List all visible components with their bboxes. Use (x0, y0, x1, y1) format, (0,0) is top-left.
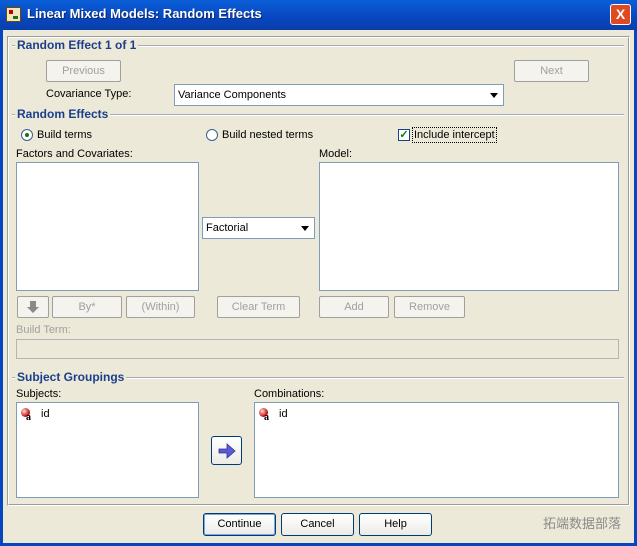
cancel-button[interactable]: Cancel (281, 513, 354, 536)
covariance-type-value: Variance Components (178, 89, 287, 101)
subjects-list[interactable]: a id (16, 402, 199, 498)
help-button[interactable]: Help (359, 513, 432, 536)
random-effects-header: Random Effects (15, 107, 111, 121)
include-intercept-label: Include intercept (412, 127, 497, 143)
build-nested-terms-radio[interactable] (206, 129, 218, 141)
next-button-label: Next (540, 65, 563, 77)
build-terms-radio[interactable] (21, 129, 33, 141)
add-button[interactable]: Add (319, 296, 389, 318)
subject-item-label: id (41, 408, 50, 420)
include-intercept-checkbox[interactable]: ✓ (398, 129, 410, 141)
factorial-value: Factorial (206, 222, 249, 234)
chevron-down-icon (298, 220, 312, 236)
clear-term-button[interactable]: Clear Term (217, 296, 300, 318)
subject-groupings-header: Subject Groupings (15, 370, 127, 384)
help-button-label: Help (384, 518, 407, 530)
subjects-label: Subjects: (16, 388, 62, 400)
watermark: 拓端数据部落 (542, 516, 621, 531)
build-terms-label: Build terms (37, 129, 93, 141)
continue-button[interactable]: Continue (203, 513, 276, 536)
chevron-down-icon (487, 87, 501, 103)
build-nested-terms-label: Build nested terms (222, 129, 314, 141)
add-button-label: Add (344, 301, 364, 313)
build-term-label: Build Term: (16, 324, 71, 336)
cancel-button-label: Cancel (300, 518, 335, 530)
arrow-down-icon (27, 301, 39, 313)
combinations-label: Combinations: (254, 388, 325, 400)
within-button[interactable]: (Within) (126, 296, 195, 318)
variable-icon: a (20, 408, 36, 423)
previous-button[interactable]: Previous (46, 60, 121, 82)
previous-button-label: Previous (62, 65, 105, 77)
next-button[interactable]: Next (514, 60, 589, 82)
arrow-right-icon (218, 443, 236, 459)
move-to-combinations-button[interactable] (211, 436, 242, 465)
build-term-field (16, 339, 619, 359)
by-button[interactable]: By* (52, 296, 122, 318)
covariance-type-label: Covariance Type: (46, 88, 132, 100)
factorial-select[interactable]: Factorial (202, 217, 315, 239)
move-term-button[interactable] (17, 296, 49, 318)
remove-button-label: Remove (409, 301, 450, 313)
by-button-label: By* (78, 301, 96, 313)
model-list[interactable] (319, 162, 619, 291)
clear-term-label: Clear Term (231, 301, 286, 313)
combination-item-label: id (279, 408, 288, 420)
window-title: Linear Mixed Models: Random Effects (27, 6, 262, 21)
combinations-list[interactable]: a id (254, 402, 619, 498)
factors-covariates-list[interactable] (16, 162, 199, 291)
factors-covariates-label: Factors and Covariates: (16, 148, 133, 160)
random-effect-header: Random Effect 1 of 1 (15, 38, 139, 52)
model-label: Model: (319, 148, 353, 160)
close-button[interactable]: X (610, 4, 631, 25)
remove-button[interactable]: Remove (394, 296, 465, 318)
app-icon (6, 7, 21, 22)
variable-icon: a (258, 408, 274, 423)
title-bar: Linear Mixed Models: Random Effects X (0, 0, 637, 30)
within-button-label: (Within) (141, 301, 180, 313)
covariance-type-select[interactable]: Variance Components (174, 84, 504, 106)
continue-button-label: Continue (217, 518, 262, 530)
